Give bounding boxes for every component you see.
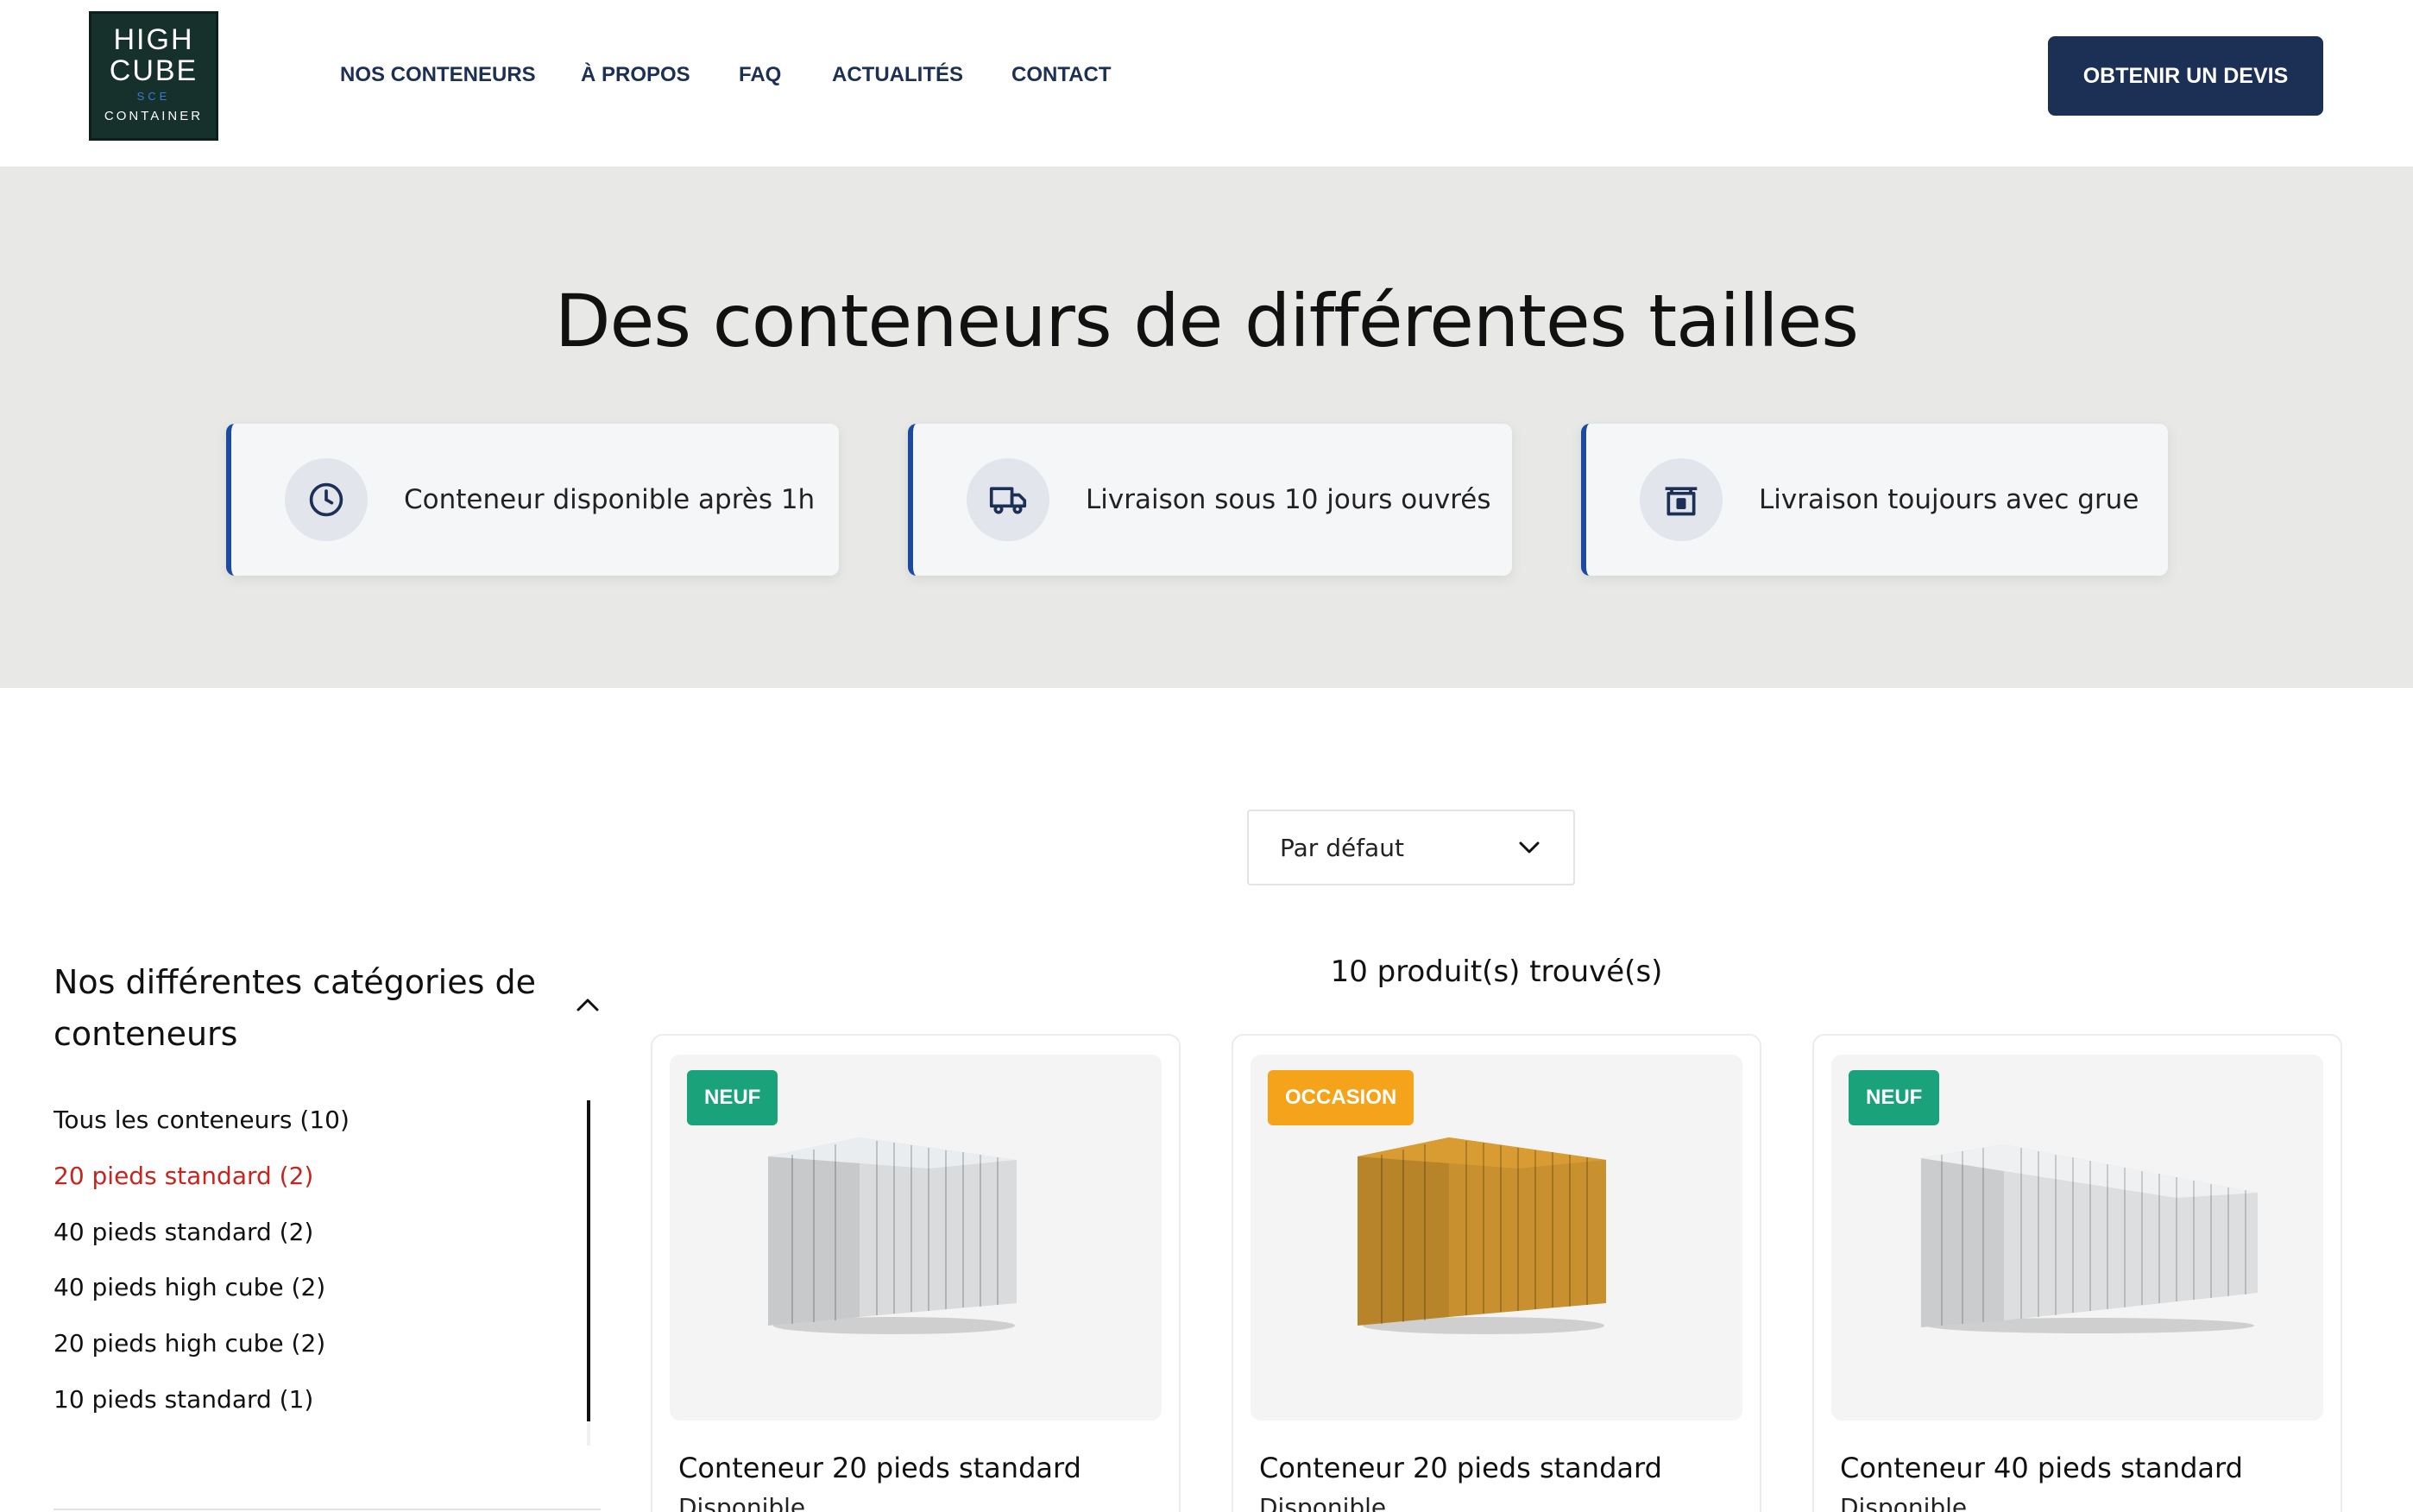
logo-line-4: CONTAINER	[104, 109, 204, 123]
truck-icon	[989, 487, 1027, 514]
product-status: Disponible	[1259, 1493, 1387, 1512]
product-card[interactable]: OCCASION Conteneur 20 pieds standard Dis…	[1232, 1034, 1761, 1512]
nav-item-nos-conteneurs[interactable]: NOS CONTENEURS	[340, 60, 536, 90]
feature-card-availability: Conteneur disponible après 1h	[226, 424, 839, 576]
get-quote-button[interactable]: OBTENIR UN DEVIS	[2048, 36, 2323, 116]
product-card[interactable]: NEUF Conteneur 20 pieds standard Disponi…	[651, 1034, 1181, 1512]
container-shape	[1358, 1137, 1606, 1334]
product-badge: OCCASION	[1268, 1070, 1414, 1125]
crane-container-icon	[1665, 487, 1698, 516]
logo-line-1: HIGH	[113, 23, 194, 56]
product-badge: NEUF	[687, 1070, 778, 1125]
feature-text: Livraison sous 10 jours ouvrés	[1086, 484, 1491, 515]
hero-title: Des conteneurs de différentes tailles	[554, 279, 1859, 363]
product-badge: NEUF	[1849, 1070, 1940, 1125]
feature-card-delivery: Livraison sous 10 jours ouvrés	[908, 424, 1512, 576]
sidebar-divider	[54, 1509, 601, 1510]
category-list: Tous les conteneurs (10) 20 pieds standa…	[54, 1098, 571, 1446]
product-card[interactable]: NEUF Conteneur 40 pieds standard Disponi…	[1812, 1034, 2342, 1512]
feature-text: Conteneur disponible après 1h	[404, 484, 816, 515]
nav-item-contact[interactable]: CONTACT	[1011, 60, 1112, 90]
category-item-10-standard[interactable]: 10 pieds standard (1)	[54, 1383, 313, 1417]
product-status: Disponible	[1840, 1493, 1968, 1512]
category-item-40-high-cube[interactable]: 40 pieds high cube (2)	[54, 1270, 325, 1305]
feature-icon-wrap	[967, 458, 1049, 541]
nav-item-a-propos[interactable]: À PROPOS	[581, 60, 690, 90]
product-title[interactable]: Conteneur 20 pieds standard	[1259, 1452, 1662, 1484]
logo-line-3: SCE	[136, 90, 171, 103]
chevron-up-icon[interactable]	[575, 994, 601, 1015]
container-shape	[768, 1137, 1017, 1334]
results-count: 10 produit(s) trouvé(s)	[1330, 954, 1663, 989]
feature-icon-wrap	[285, 458, 368, 541]
feature-text: Livraison toujours avec grue	[1759, 484, 2139, 515]
product-status: Disponible	[678, 1493, 806, 1512]
container-image	[1921, 1144, 2258, 1333]
nav-item-faq[interactable]: FAQ	[739, 60, 781, 90]
site-header: HIGH CUBE SCE CONTAINER NOS CONTENEURS À…	[0, 0, 2413, 167]
container-image	[1358, 1137, 1606, 1334]
product-image[interactable]: OCCASION	[1251, 1055, 1742, 1421]
sort-selected-value: Par défaut	[1280, 834, 1404, 862]
category-item-20-standard[interactable]: 20 pieds standard (2)	[54, 1159, 313, 1194]
nav-item-actualites[interactable]: ACTUALITÉS	[832, 60, 963, 90]
product-title[interactable]: Conteneur 20 pieds standard	[678, 1452, 1081, 1484]
hero-section: Des conteneurs de différentes tailles Co…	[0, 167, 2413, 688]
product-title[interactable]: Conteneur 40 pieds standard	[1840, 1452, 2243, 1484]
container-image	[768, 1137, 1017, 1334]
sort-select[interactable]: Par défaut	[1247, 810, 1575, 885]
product-image[interactable]: NEUF	[670, 1055, 1162, 1421]
category-item-20-high-cube[interactable]: 20 pieds high cube (2)	[54, 1326, 325, 1361]
feature-card-crane: Livraison toujours avec grue	[1581, 424, 2168, 576]
chevron-down-icon	[1519, 841, 1540, 854]
category-item-all[interactable]: Tous les conteneurs (10)	[54, 1103, 350, 1137]
clock-icon	[309, 482, 343, 517]
category-item-40-standard[interactable]: 40 pieds standard (2)	[54, 1215, 313, 1250]
logo[interactable]: HIGH CUBE SCE CONTAINER	[89, 11, 218, 141]
product-image[interactable]: NEUF	[1831, 1055, 2323, 1421]
category-scrollbar-thumb[interactable]	[587, 1100, 590, 1421]
logo-line-2: CUBE	[109, 54, 198, 87]
sidebar-title: Nos différentes catégories de conteneurs	[54, 963, 536, 1053]
feature-icon-wrap	[1640, 458, 1723, 541]
